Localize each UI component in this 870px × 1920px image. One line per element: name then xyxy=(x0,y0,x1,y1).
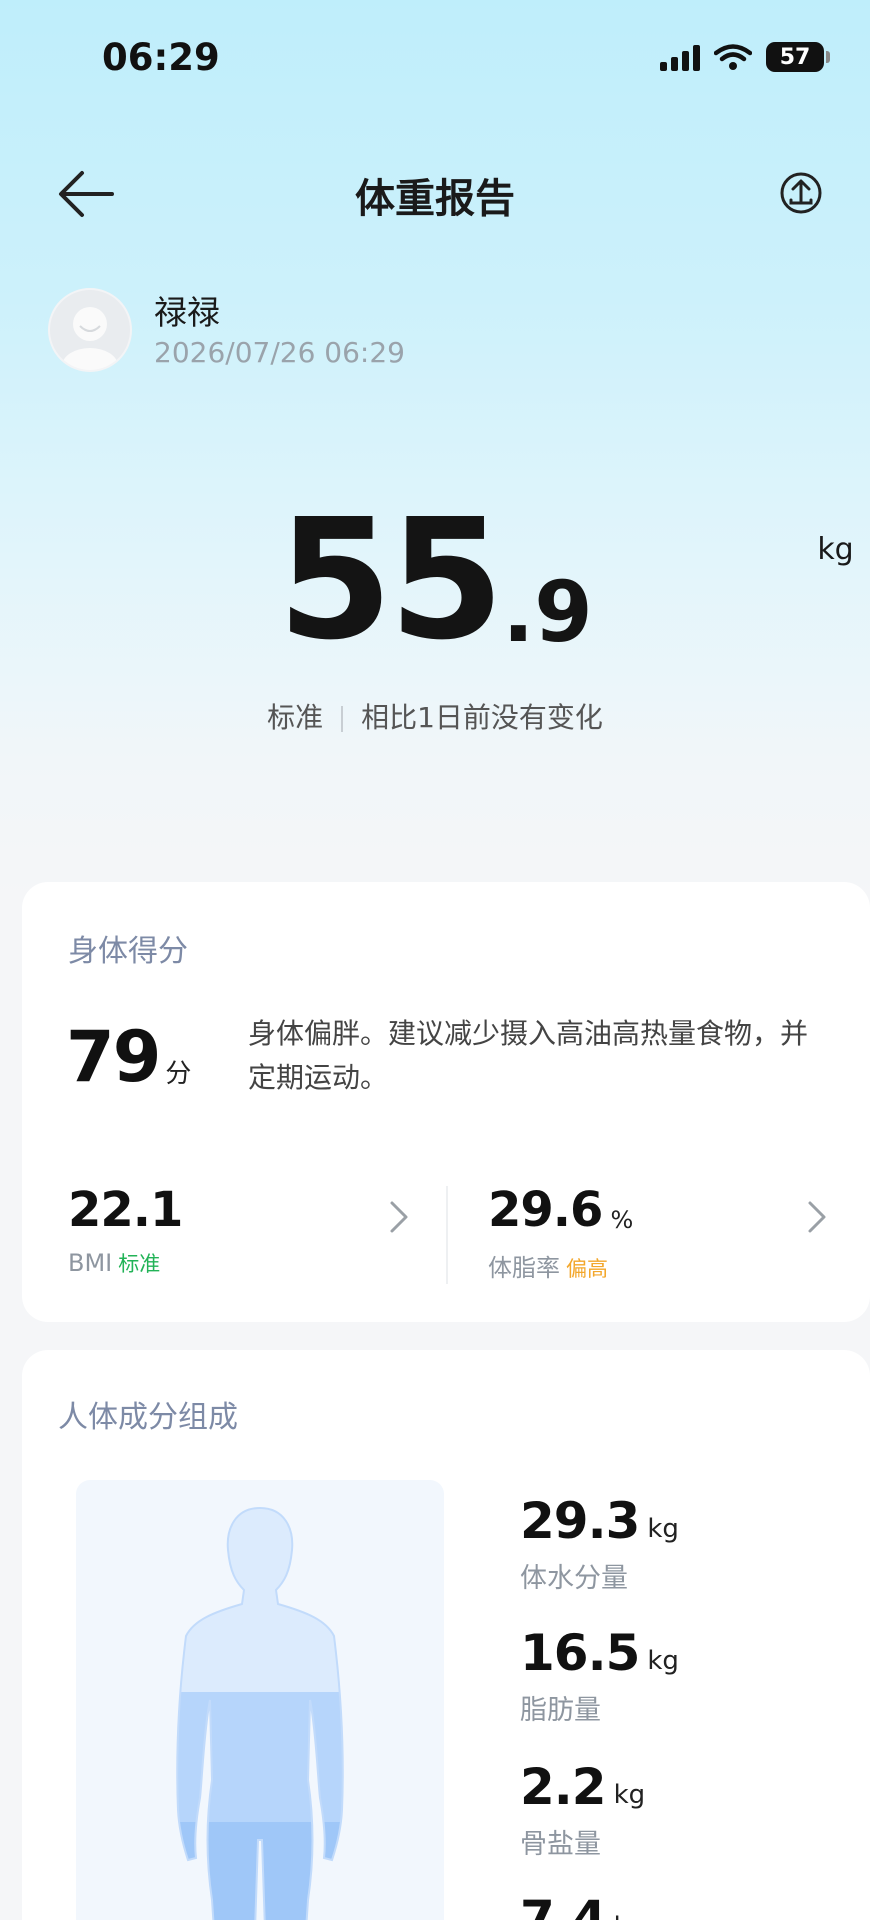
weight-integer: 55 xyxy=(277,484,504,677)
bmi-label: BMI xyxy=(68,1249,113,1277)
divider xyxy=(341,706,344,732)
card-title: 人体成分组成 xyxy=(58,1400,238,1435)
weight-change: 相比1日前没有变化 xyxy=(361,701,603,734)
weight-report-page: 06:29 57 体重报告 禄禄 2026/07/26 06:29 55 .9 … xyxy=(0,0,870,1920)
body-composition-card: 人体成分组成 29.3 kg 体水分量 16.5 kg 脂肪量 2.2 kg 骨… xyxy=(22,1350,870,1920)
body-fat-tag: 偏高 xyxy=(566,1257,608,1281)
avatar[interactable] xyxy=(48,288,132,372)
fat-mass-label: 脂肪量 xyxy=(520,1695,601,1726)
bmi-tag: 标准 xyxy=(118,1252,161,1276)
body-fat-metric[interactable]: 29.6 % 体脂率 偏高 xyxy=(488,1186,633,1283)
status-icons: 57 xyxy=(660,42,830,72)
body-silhouette-icon xyxy=(176,1506,344,1920)
body-fat-unit: % xyxy=(610,1206,634,1234)
fat-mass-value: 16.5 xyxy=(520,1624,640,1682)
chevron-right-icon[interactable] xyxy=(806,1200,828,1234)
score-description: 身体偏胖。建议减少摄入高油高热量食物，并定期运动。 xyxy=(248,1017,809,1094)
weight-display: 55 .9 kg xyxy=(0,498,870,664)
composition-value: 7.4 xyxy=(520,1890,607,1920)
report-timestamp: 2026/07/26 06:29 xyxy=(154,336,405,369)
fat-mass-item: 16.5 kg 脂肪量 xyxy=(520,1628,679,1727)
body-water-value: 29.3 xyxy=(520,1492,640,1550)
wifi-icon xyxy=(714,44,752,70)
body-fat-label: 体脂率 xyxy=(488,1254,560,1282)
user-name: 禄禄 xyxy=(154,293,220,332)
bone-mineral-unit: kg xyxy=(613,1780,646,1810)
body-water-item: 29.3 kg 体水分量 xyxy=(520,1496,679,1595)
body-fat-value: 29.6 xyxy=(488,1182,603,1238)
chevron-right-icon[interactable] xyxy=(388,1200,410,1234)
status-time: 06:29 xyxy=(102,36,220,79)
body-score-card[interactable]: 身体得分 79 分 身体偏胖。建议减少摄入高油高热量食物，并定期运动。 22.1… xyxy=(22,882,870,1322)
bmi-value: 22.1 xyxy=(68,1182,183,1238)
weight-decimal: .9 xyxy=(502,563,593,661)
signal-icon xyxy=(660,43,700,71)
composition-item: 7.4 kg xyxy=(520,1894,645,1920)
body-figure-panel xyxy=(76,1480,444,1920)
bone-mineral-value: 2.2 xyxy=(520,1758,607,1816)
battery-icon: 57 xyxy=(766,42,830,72)
weight-unit: kg xyxy=(817,532,854,567)
weight-status-line: 标准 相比1日前没有变化 xyxy=(0,696,870,736)
card-title: 身体得分 xyxy=(68,934,188,969)
weight-status: 标准 xyxy=(267,701,324,734)
bmi-metric[interactable]: 22.1 BMI 标准 xyxy=(68,1182,183,1278)
body-water-unit: kg xyxy=(647,1514,679,1544)
score-unit: 分 xyxy=(165,1059,192,1089)
user-avatar-icon xyxy=(62,307,118,370)
divider xyxy=(446,1186,448,1284)
score-value: 79 xyxy=(66,1016,161,1098)
fat-mass-unit: kg xyxy=(647,1646,679,1676)
page-title: 体重报告 xyxy=(355,176,515,222)
body-score: 79 分 xyxy=(66,1022,191,1092)
share-upload-icon[interactable] xyxy=(778,170,824,216)
battery-level: 57 xyxy=(779,44,811,70)
bone-mineral-label: 骨盐量 xyxy=(520,1829,601,1860)
body-water-label: 体水分量 xyxy=(520,1563,628,1594)
composition-unit: kg xyxy=(614,1912,646,1920)
bone-mineral-item: 2.2 kg 骨盐量 xyxy=(520,1762,645,1861)
